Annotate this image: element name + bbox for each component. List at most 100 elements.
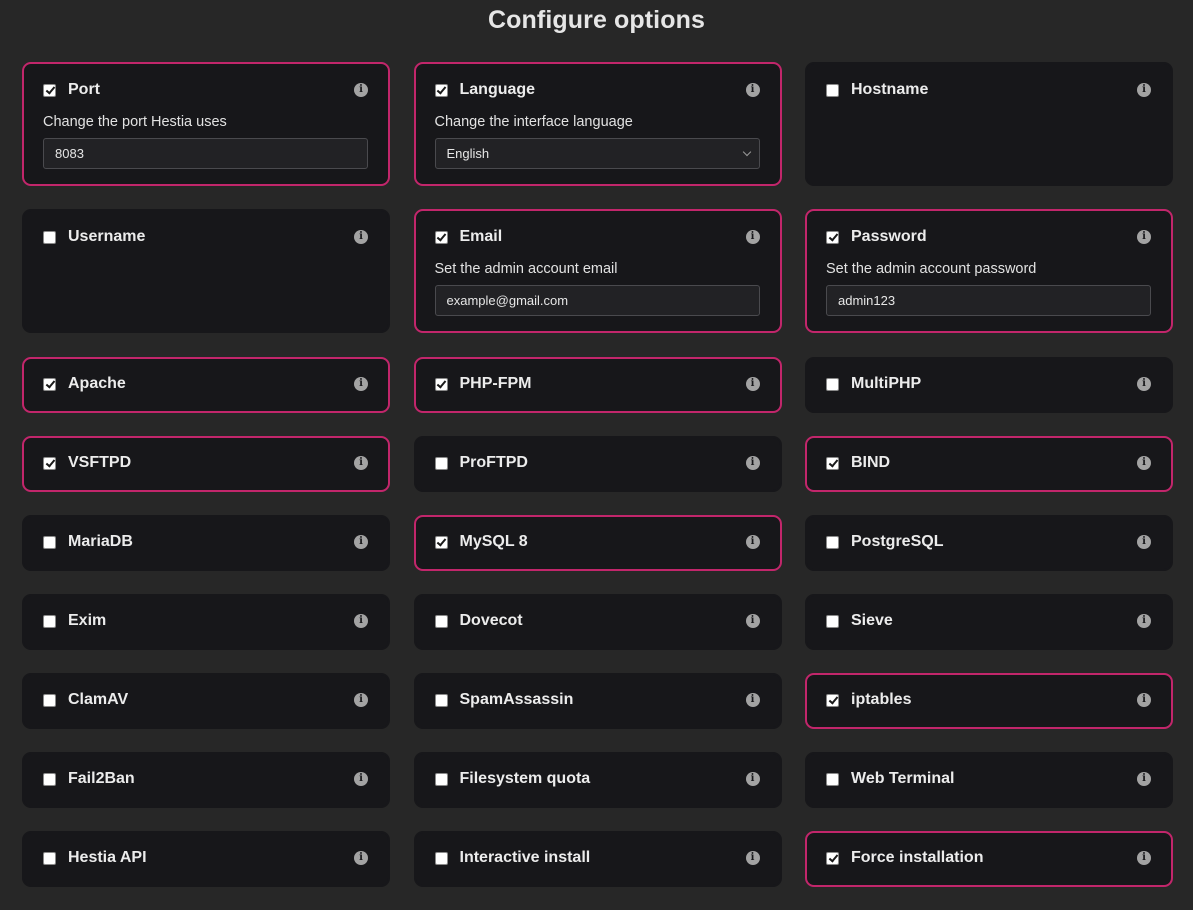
info-icon[interactable]: i: [1137, 772, 1151, 786]
checkbox-hestia-api[interactable]: [43, 851, 56, 865]
password-input[interactable]: admin123: [826, 285, 1151, 316]
option-label[interactable]: Port: [68, 81, 100, 99]
info-icon[interactable]: i: [354, 693, 368, 707]
option-label[interactable]: Username: [68, 228, 145, 246]
email-input[interactable]: example@gmail.com: [434, 285, 760, 316]
option-label[interactable]: Dovecot: [460, 612, 523, 630]
checkbox-hostname[interactable]: [826, 83, 839, 97]
option-header: Hestia API: [43, 849, 147, 867]
info-icon[interactable]: i: [354, 83, 368, 97]
info-icon[interactable]: i: [1137, 535, 1151, 549]
checkbox-interactive-install[interactable]: [434, 851, 448, 865]
checkbox-exim[interactable]: [43, 614, 56, 628]
checkbox-proftpd[interactable]: [434, 456, 448, 470]
option-card-dovecot: Dovecot i: [413, 594, 782, 650]
checkbox-mariadb[interactable]: [43, 535, 56, 549]
option-label[interactable]: Language: [460, 81, 536, 99]
checkbox-clamav[interactable]: [43, 693, 56, 707]
port-input[interactable]: 8083: [43, 138, 368, 169]
option-label[interactable]: MultiPHP: [851, 375, 921, 393]
info-icon[interactable]: i: [1137, 693, 1151, 707]
info-icon[interactable]: i: [354, 230, 368, 244]
info-icon[interactable]: i: [745, 230, 760, 244]
checkbox-web-terminal[interactable]: [826, 772, 839, 786]
option-label[interactable]: Password: [851, 228, 927, 246]
option-description: Change the interface language: [434, 114, 633, 130]
option-label[interactable]: Interactive install: [460, 849, 591, 867]
option-label[interactable]: Force installation: [851, 849, 983, 867]
option-label[interactable]: PHP-FPM: [460, 375, 532, 393]
checkbox-spamassassin[interactable]: [434, 693, 448, 707]
info-icon[interactable]: i: [1137, 230, 1151, 244]
checkbox-username[interactable]: [43, 230, 56, 244]
checkbox-password[interactable]: [826, 230, 839, 244]
option-card-username: Username i: [22, 209, 390, 333]
checkbox-postgresql[interactable]: [826, 535, 839, 549]
checkbox-php-fpm[interactable]: [434, 377, 448, 391]
checkbox-bind[interactable]: [826, 456, 839, 470]
checkbox-mysql-8[interactable]: [434, 535, 448, 549]
option-label[interactable]: Hostname: [851, 81, 928, 99]
option-label[interactable]: Fail2Ban: [68, 770, 135, 788]
option-label[interactable]: ProFTPD: [460, 454, 528, 472]
checkbox-apache[interactable]: [43, 377, 56, 391]
option-header: Filesystem quota: [434, 770, 591, 788]
option-label[interactable]: BIND: [851, 454, 890, 472]
option-label[interactable]: PostgreSQL: [851, 533, 943, 551]
option-card-bind: BIND i: [805, 436, 1173, 492]
info-icon[interactable]: i: [1137, 614, 1151, 628]
checkbox-fail2ban[interactable]: [43, 772, 56, 786]
option-header: Hostname: [826, 81, 928, 99]
info-icon[interactable]: i: [745, 772, 760, 786]
info-icon[interactable]: i: [354, 535, 368, 549]
info-icon[interactable]: i: [745, 693, 760, 707]
checkbox-multiphp[interactable]: [826, 377, 839, 391]
info-icon[interactable]: i: [745, 456, 760, 470]
checkbox-force-installation[interactable]: [826, 851, 839, 865]
checkbox-email[interactable]: [434, 230, 448, 244]
info-icon[interactable]: i: [745, 377, 760, 391]
info-icon[interactable]: i: [354, 456, 368, 470]
option-card-hestia-api: Hestia API i: [22, 831, 390, 887]
option-label[interactable]: VSFTPD: [68, 454, 131, 472]
checkbox-dovecot[interactable]: [434, 614, 448, 628]
info-icon[interactable]: i: [354, 377, 368, 391]
info-icon[interactable]: i: [745, 83, 760, 97]
info-icon[interactable]: i: [1137, 377, 1151, 391]
info-icon[interactable]: i: [745, 535, 760, 549]
option-label[interactable]: Web Terminal: [851, 770, 954, 788]
option-label[interactable]: SpamAssassin: [460, 691, 574, 709]
checkbox-vsftpd[interactable]: [43, 456, 56, 470]
option-label[interactable]: Apache: [68, 375, 126, 393]
option-label[interactable]: ClamAV: [68, 691, 128, 709]
info-icon[interactable]: i: [1137, 456, 1151, 470]
option-header: ProFTPD: [434, 454, 528, 472]
option-card-hostname: Hostname i: [805, 62, 1173, 186]
info-icon[interactable]: i: [354, 772, 368, 786]
checkbox-sieve[interactable]: [826, 614, 839, 628]
option-label[interactable]: Filesystem quota: [460, 770, 591, 788]
info-icon[interactable]: i: [1137, 83, 1151, 97]
checkbox-language[interactable]: [434, 83, 448, 97]
info-icon[interactable]: i: [354, 851, 368, 865]
checkbox-port[interactable]: [43, 83, 56, 97]
option-card-iptables: iptables i: [805, 673, 1173, 729]
checkbox-filesystem-quota[interactable]: [434, 772, 448, 786]
option-label[interactable]: MySQL 8: [460, 533, 528, 551]
option-header: MariaDB: [43, 533, 133, 551]
language-select[interactable]: English: [434, 138, 760, 169]
info-icon[interactable]: i: [745, 614, 760, 628]
option-label[interactable]: Hestia API: [68, 849, 147, 867]
option-label[interactable]: Exim: [68, 612, 106, 630]
option-label[interactable]: Email: [460, 228, 503, 246]
option-header: MultiPHP: [826, 375, 921, 393]
option-header: MySQL 8: [434, 533, 528, 551]
option-label[interactable]: MariaDB: [68, 533, 133, 551]
option-label[interactable]: Sieve: [851, 612, 893, 630]
option-card-force-installation: Force installation i: [805, 831, 1173, 887]
checkbox-iptables[interactable]: [826, 693, 839, 707]
info-icon[interactable]: i: [354, 614, 368, 628]
info-icon[interactable]: i: [745, 851, 760, 865]
option-label[interactable]: iptables: [851, 691, 911, 709]
info-icon[interactable]: i: [1137, 851, 1151, 865]
